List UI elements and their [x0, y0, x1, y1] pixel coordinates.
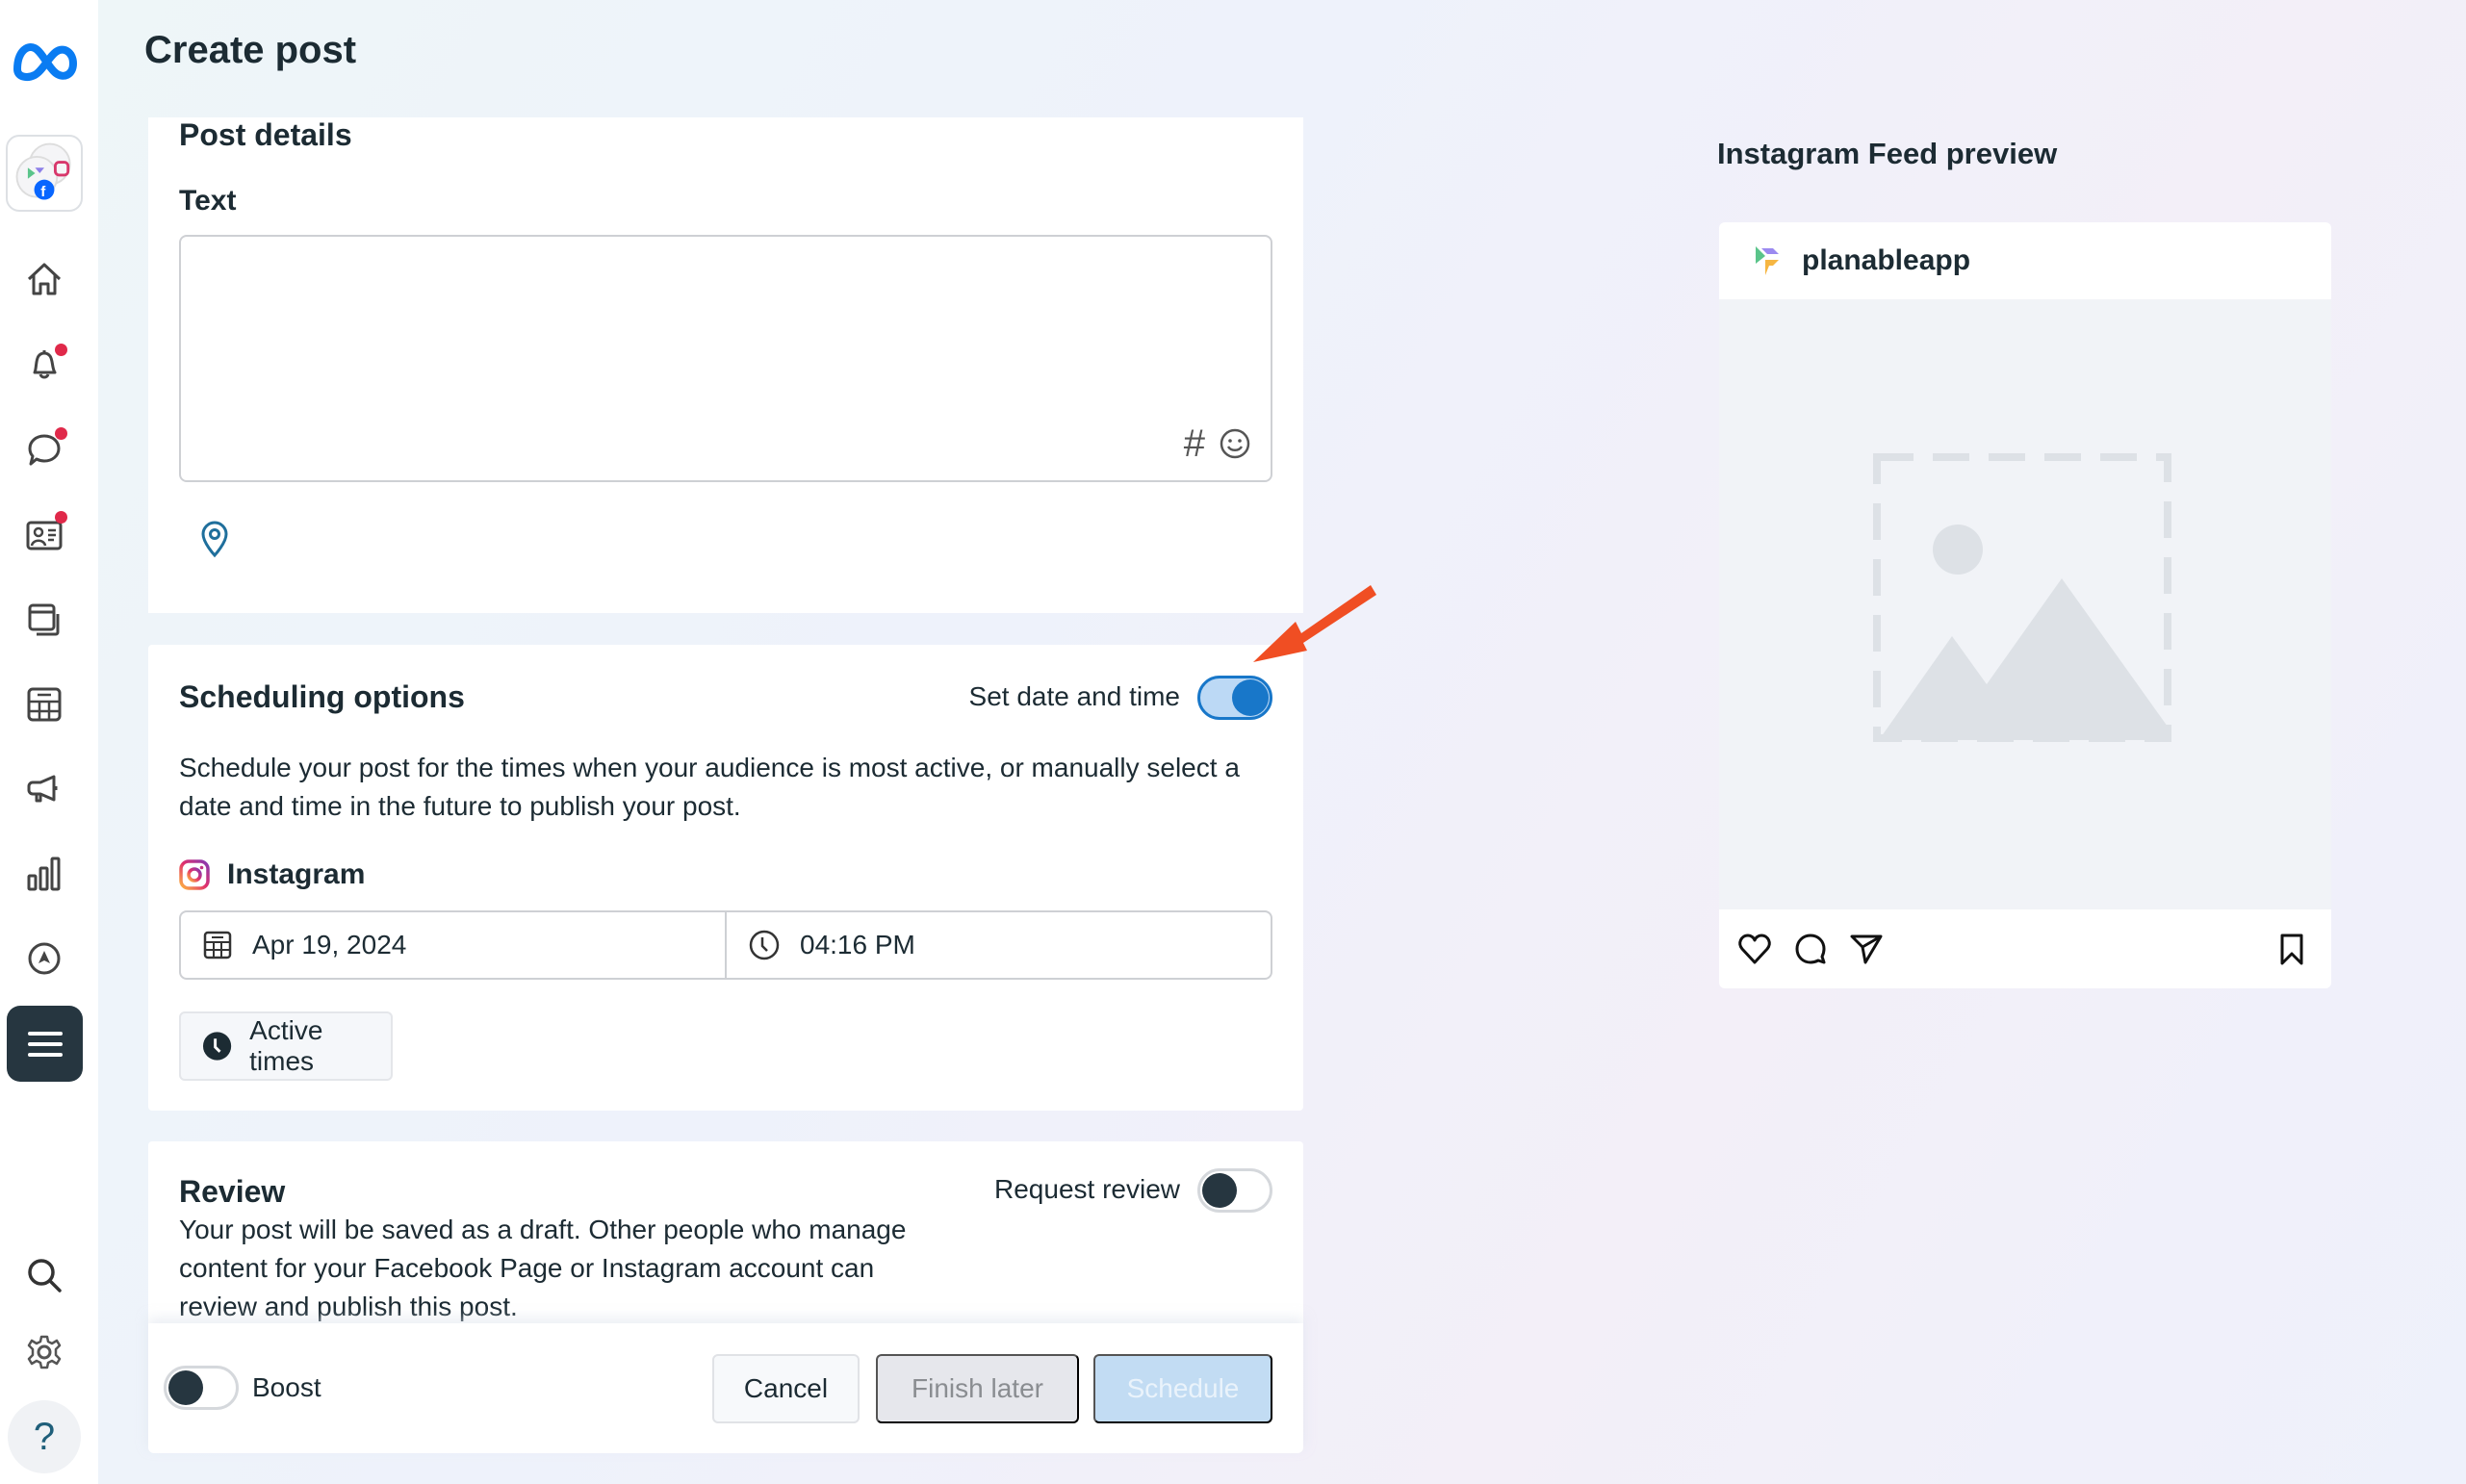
instagram-preview-card: planableapp [1719, 222, 2331, 988]
sidebar-item-monetization[interactable] [0, 925, 89, 992]
image-placeholder-icon [1873, 453, 2171, 742]
time-input[interactable]: 04:16 PM [725, 912, 1271, 978]
sidebar-search-button[interactable] [0, 1241, 89, 1309]
preview-header: planableapp [1719, 222, 2331, 299]
preview-actions [1719, 909, 2331, 988]
gear-icon [27, 1335, 62, 1369]
platform-row: Instagram [179, 858, 365, 891]
sidebar: f ? [0, 0, 98, 1484]
boost-label: Boost [252, 1372, 321, 1402]
page-title: Create post [144, 29, 357, 71]
sidebar-settings-button[interactable] [0, 1318, 89, 1386]
set-date-time-label: Set date and time [968, 681, 1180, 711]
home-icon [27, 263, 62, 295]
share-icon[interactable] [1848, 931, 1885, 967]
bar-chart-icon [27, 857, 61, 891]
post-text-input[interactable]: # [179, 235, 1272, 482]
hashtag-icon[interactable]: # [1184, 424, 1205, 463]
sidebar-item-notifications[interactable] [0, 330, 89, 397]
bookmark-icon[interactable] [2273, 931, 2310, 967]
schedule-button[interactable]: Schedule [1093, 1354, 1272, 1423]
clock-icon [749, 930, 780, 960]
date-time-field: Apr 19, 2024 04:16 PM [179, 910, 1272, 980]
heart-icon[interactable] [1736, 931, 1773, 967]
stacked-pages-icon [28, 603, 60, 636]
scheduling-heading: Scheduling options [179, 679, 465, 714]
active-times-label: Active times [249, 1015, 323, 1076]
sidebar-item-all-tools[interactable] [7, 1006, 83, 1082]
toggle-knob [1202, 1173, 1237, 1208]
action-footer: Boost Cancel Finish later Schedule [148, 1323, 1303, 1453]
clock-filled-icon [202, 1032, 232, 1061]
sidebar-item-contacts[interactable] [0, 501, 89, 569]
toggle-knob [1232, 679, 1269, 716]
request-review-label: Request review [994, 1174, 1180, 1204]
notification-badge [55, 344, 67, 356]
text-label: Text [179, 185, 237, 217]
comment-icon[interactable] [1792, 931, 1829, 967]
planable-logo-icon [1756, 246, 1779, 275]
sidebar-item-home[interactable] [0, 245, 89, 313]
media-placeholder [1719, 299, 2331, 909]
notification-badge [55, 511, 67, 524]
sidebar-item-insights[interactable] [0, 840, 89, 908]
calendar-grid-icon [27, 687, 62, 722]
location-pin-icon[interactable] [198, 520, 231, 558]
help-icon: ? [33, 1415, 56, 1458]
account-switcher[interactable]: f [6, 135, 83, 212]
notification-badge [55, 427, 67, 440]
request-review-toggle[interactable] [1197, 1168, 1272, 1213]
scheduling-description: Schedule your post for the times when yo… [179, 753, 1240, 821]
sidebar-item-planner[interactable] [0, 671, 89, 738]
account-avatars-icon: f [15, 142, 71, 200]
preview-title: Instagram Feed preview [1717, 137, 2058, 170]
post-details-card: Post details Text # [148, 117, 1303, 613]
post-details-heading: Post details [179, 117, 352, 152]
date-input[interactable]: Apr 19, 2024 [181, 912, 725, 978]
finish-later-button[interactable]: Finish later [876, 1354, 1079, 1423]
time-value: 04:16 PM [800, 930, 915, 959]
platform-label: Instagram [227, 858, 366, 890]
review-description: Your post will be saved as a draft. Othe… [179, 1215, 907, 1321]
hamburger-menu-icon [27, 1031, 63, 1057]
cancel-button[interactable]: Cancel [712, 1354, 860, 1423]
search-icon [28, 1259, 62, 1292]
review-heading: Review [179, 1174, 286, 1209]
annotation-arrow-icon [1253, 585, 1376, 662]
boost-toggle[interactable] [164, 1366, 239, 1410]
sidebar-item-ads[interactable] [0, 755, 89, 823]
meta-logo-icon[interactable] [10, 35, 81, 89]
preview-account-name: planableapp [1802, 244, 1971, 276]
sidebar-help-button[interactable]: ? [8, 1400, 81, 1473]
megaphone-icon [27, 775, 58, 803]
sidebar-item-content[interactable] [0, 586, 89, 653]
instagram-icon [179, 859, 210, 890]
date-value: Apr 19, 2024 [252, 930, 407, 959]
toggle-knob [168, 1370, 203, 1405]
scheduling-options-card: Scheduling options Set date and time Sch… [148, 645, 1303, 1111]
compass-icon [28, 942, 61, 975]
sidebar-item-inbox[interactable] [0, 416, 89, 483]
active-times-button[interactable]: Active times [179, 1011, 393, 1081]
calendar-icon [203, 931, 232, 959]
review-card: Review Request review Your post will be … [148, 1141, 1303, 1324]
set-date-time-toggle[interactable] [1197, 676, 1272, 720]
emoji-icon[interactable] [1219, 427, 1251, 460]
